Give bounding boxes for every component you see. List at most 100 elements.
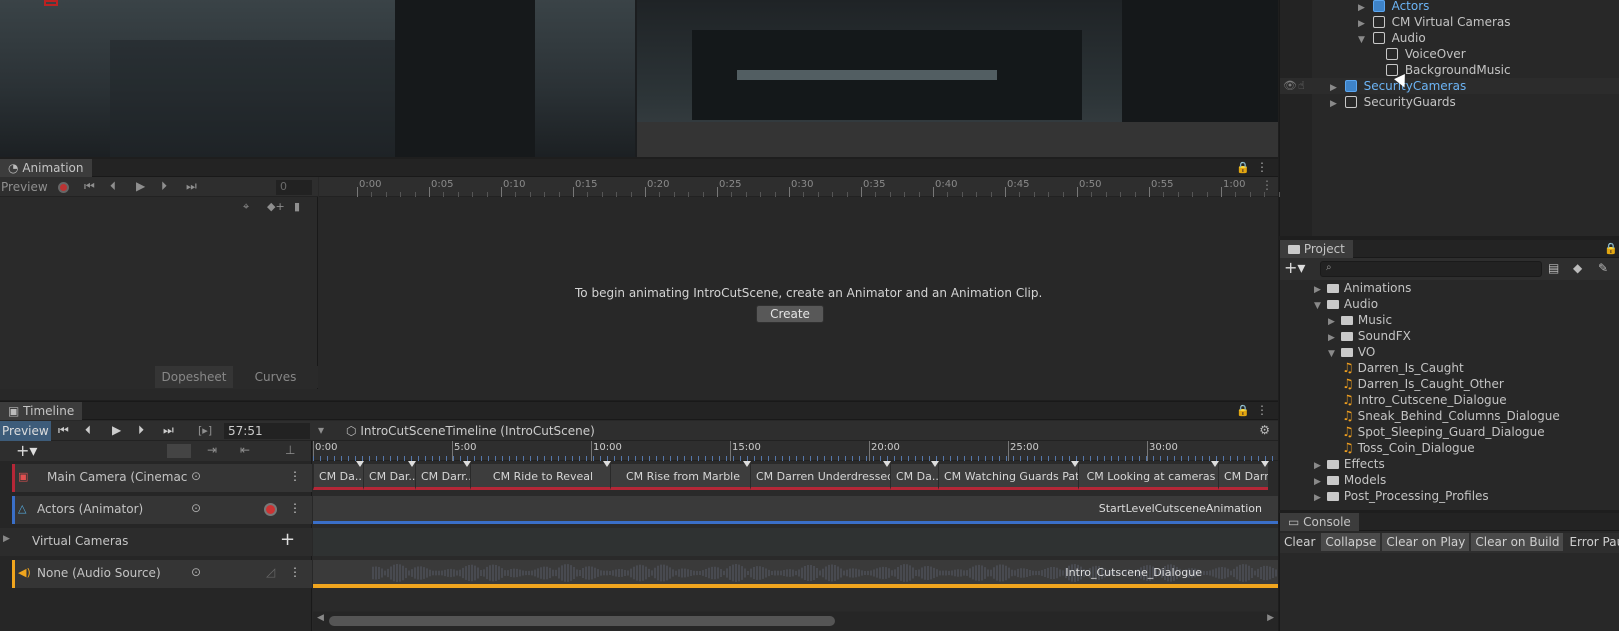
expand-icon[interactable]: ▶ [1314, 493, 1321, 503]
go-to-end-icon[interactable]: ⏭ [163, 423, 174, 438]
more-options-icon[interactable]: ⋮ [1256, 403, 1268, 417]
dropdown-icon[interactable]: ▾ [318, 423, 324, 437]
play-icon[interactable]: ▶ [112, 423, 121, 437]
frame-field[interactable]: 0 [276, 180, 312, 195]
camera-clip[interactable]: CM Darren Underdressed [750, 464, 890, 490]
visibility-icon[interactable]: 👁 [1283, 78, 1297, 94]
camera-clip[interactable]: CM Watching Guards Pat... [938, 464, 1078, 490]
track-header-audio[interactable]: ◀) None (Audio Source) ⊙ ◿ ⋮ [12, 560, 312, 588]
project-item-sneak-behind-columns-dialogue[interactable]: ♫ Sneak_Behind_Columns_Dialogue [1342, 408, 1560, 424]
project-item-darren-is-caught-other[interactable]: ♫ Darren_Is_Caught_Other [1342, 376, 1504, 392]
expand-icon[interactable]: ▶ [1314, 285, 1321, 295]
clear-on-play-toggle[interactable]: Clear on Play [1382, 533, 1470, 551]
collapse-icon[interactable]: ▼ [1358, 35, 1365, 45]
project-item-models[interactable]: ▶ Models [1314, 472, 1386, 488]
camera-clip[interactable]: CM Rise from Marble [610, 464, 750, 490]
collapse-icon[interactable]: ▼ [1314, 301, 1321, 311]
track-menu-icon[interactable]: ⋮ [289, 501, 301, 515]
add-track-icon[interactable]: +▾ [16, 441, 37, 460]
project-item-spot-sleeping-guard-dialogue[interactable]: ♫ Spot_Sleeping_Guard_Dialogue [1342, 424, 1545, 440]
play-icon[interactable]: ▶ [136, 179, 145, 193]
camera-clip[interactable]: CM Da... [313, 464, 363, 490]
search-input[interactable] [1320, 261, 1542, 277]
expand-icon[interactable]: ▶ [1358, 19, 1365, 29]
track-menu-icon[interactable]: ⋮ [289, 565, 301, 579]
time-field[interactable]: 57:51 [224, 423, 310, 439]
play-range-icon[interactable]: [▸] [198, 424, 212, 437]
tab-console[interactable]: ▭ Console [1280, 513, 1359, 531]
camera-clip[interactable]: CM Ride to Reveal [470, 464, 610, 490]
record-icon[interactable] [58, 182, 69, 193]
gizmo-icon[interactable] [44, 0, 58, 6]
clip-edit-mode-icon[interactable] [167, 444, 191, 458]
prev-keyframe-icon[interactable]: ⏴ [110, 179, 116, 194]
tab-dopesheet[interactable]: Dopesheet [155, 366, 233, 388]
ripple-mode-icon[interactable]: ⇥ [207, 443, 217, 457]
clear-button[interactable]: Clear [1280, 533, 1319, 551]
track-group-virtual-cameras[interactable]: ▶ Virtual Cameras + [0, 528, 312, 556]
expand-icon[interactable]: ▶ [3, 534, 10, 544]
replace-mode-icon[interactable]: ⇤ [240, 443, 250, 457]
camera-clip[interactable]: CM Looking at cameras [1078, 464, 1218, 490]
hierarchy-item-securityguards[interactable]: ▶ SecurityGuards [1330, 94, 1456, 110]
last-keyframe-icon[interactable]: ⏭ [186, 179, 197, 194]
animation-ruler[interactable]: 0:00 0:05 0:10 0:15 0:20 0:25 0:30 0:35 0:40 0:45… [319, 177, 1280, 197]
lock-icon[interactable]: 🔒 [1236, 404, 1250, 417]
project-item-intro-cutscene-dialogue[interactable]: ♫ Intro_Cutscene_Dialogue [1342, 392, 1507, 408]
hierarchy-item-voiceover[interactable]: VoiceOver [1386, 46, 1466, 62]
add-track-icon[interactable]: + [280, 529, 295, 550]
project-item-post-processing-profiles[interactable]: ▶ Post_Processing_Profiles [1314, 488, 1489, 504]
scroll-right-icon[interactable]: ▶ [1267, 613, 1274, 623]
expand-icon[interactable]: ▶ [1328, 333, 1335, 343]
track-menu-icon[interactable]: ⋮ [289, 469, 301, 483]
collapse-icon[interactable]: ▼ [1328, 349, 1335, 359]
track-content-area[interactable]: CM Da... CM Dar... CM Darr... CM Ride to Re… [313, 461, 1278, 611]
object-picker-icon[interactable]: ⊙ [191, 469, 201, 483]
hierarchy-item-actors[interactable]: ▶ Actors [1358, 0, 1429, 14]
create-button[interactable]: Create [756, 305, 824, 323]
object-picker-icon[interactable]: ⊙ [191, 501, 201, 515]
timeline-asset-breadcrumb[interactable]: ⬡ IntroCutSceneTimeline (IntroCutScene) [346, 424, 595, 438]
expand-icon[interactable]: ▶ [1330, 83, 1337, 93]
preview-toggle[interactable]: Preview [0, 421, 51, 441]
project-item-soundfx[interactable]: ▶ SoundFX [1328, 328, 1411, 344]
clear-on-build-toggle[interactable]: Clear on Build [1471, 533, 1564, 551]
expand-icon[interactable]: ▶ [1330, 99, 1337, 109]
create-icon[interactable]: +▾ [1284, 258, 1305, 277]
object-picker-icon[interactable]: ⊙ [191, 565, 201, 579]
scroll-left-icon[interactable]: ◀ [317, 613, 324, 623]
filter-icon[interactable]: ⌖ [243, 200, 249, 214]
project-item-animations[interactable]: ▶ Animations [1314, 280, 1411, 296]
search-by-type-icon[interactable]: ▤ [1548, 261, 1559, 275]
error-pause-toggle[interactable]: Error Pause [1565, 533, 1619, 551]
timeline-ruler[interactable]: 0:00 5:00 10:00 15:00 20:00 25:00 30:00 [313, 441, 1278, 461]
lock-icon[interactable]: 🔒 [1604, 242, 1618, 255]
tab-curves[interactable]: Curves [233, 366, 318, 388]
scrollbar-thumb[interactable] [329, 616, 835, 626]
expand-icon[interactable]: ▶ [1358, 3, 1365, 13]
project-item-music[interactable]: ▶ Music [1328, 312, 1392, 328]
prev-frame-icon[interactable]: ⏴ [85, 423, 91, 438]
camera-clip[interactable]: CM Da... [890, 464, 938, 490]
add-event-icon[interactable]: ▮ [294, 200, 300, 213]
expand-icon[interactable]: ▶ [1314, 477, 1321, 487]
camera-clip[interactable]: CM Dar... [363, 464, 415, 490]
audio-clip[interactable]: Intro_Cutscene_Dialogue [313, 560, 1278, 588]
hierarchy-item-audio[interactable]: ▼ Audio [1358, 30, 1426, 46]
collapse-toggle[interactable]: Collapse [1321, 533, 1381, 551]
add-keyframe-icon[interactable]: ◆+ [267, 200, 285, 213]
pickable-icon[interactable]: ☝ [1298, 78, 1305, 94]
tab-project[interactable]: Project [1280, 240, 1353, 258]
project-item-toss-coin-dialogue[interactable]: ♫ Toss_Coin_Dialogue [1342, 440, 1475, 456]
next-frame-icon[interactable]: ⏵ [138, 423, 144, 438]
camera-clip[interactable]: CM Darr... [415, 464, 470, 490]
project-item-effects[interactable]: ▶ Effects [1314, 456, 1385, 472]
scene-view[interactable] [0, 0, 1278, 157]
lock-icon[interactable]: 🔒 [1236, 161, 1250, 174]
first-keyframe-icon[interactable]: ⏮ [84, 179, 95, 194]
project-item-darren-is-caught[interactable]: ♫ Darren_Is_Caught [1342, 360, 1464, 376]
go-to-start-icon[interactable]: ⏮ [58, 423, 69, 438]
curves-icon[interactable]: ◿ [266, 565, 275, 579]
more-options-icon[interactable]: ⋮ [1256, 160, 1268, 174]
snap-icon[interactable]: ⊥ [285, 443, 295, 457]
